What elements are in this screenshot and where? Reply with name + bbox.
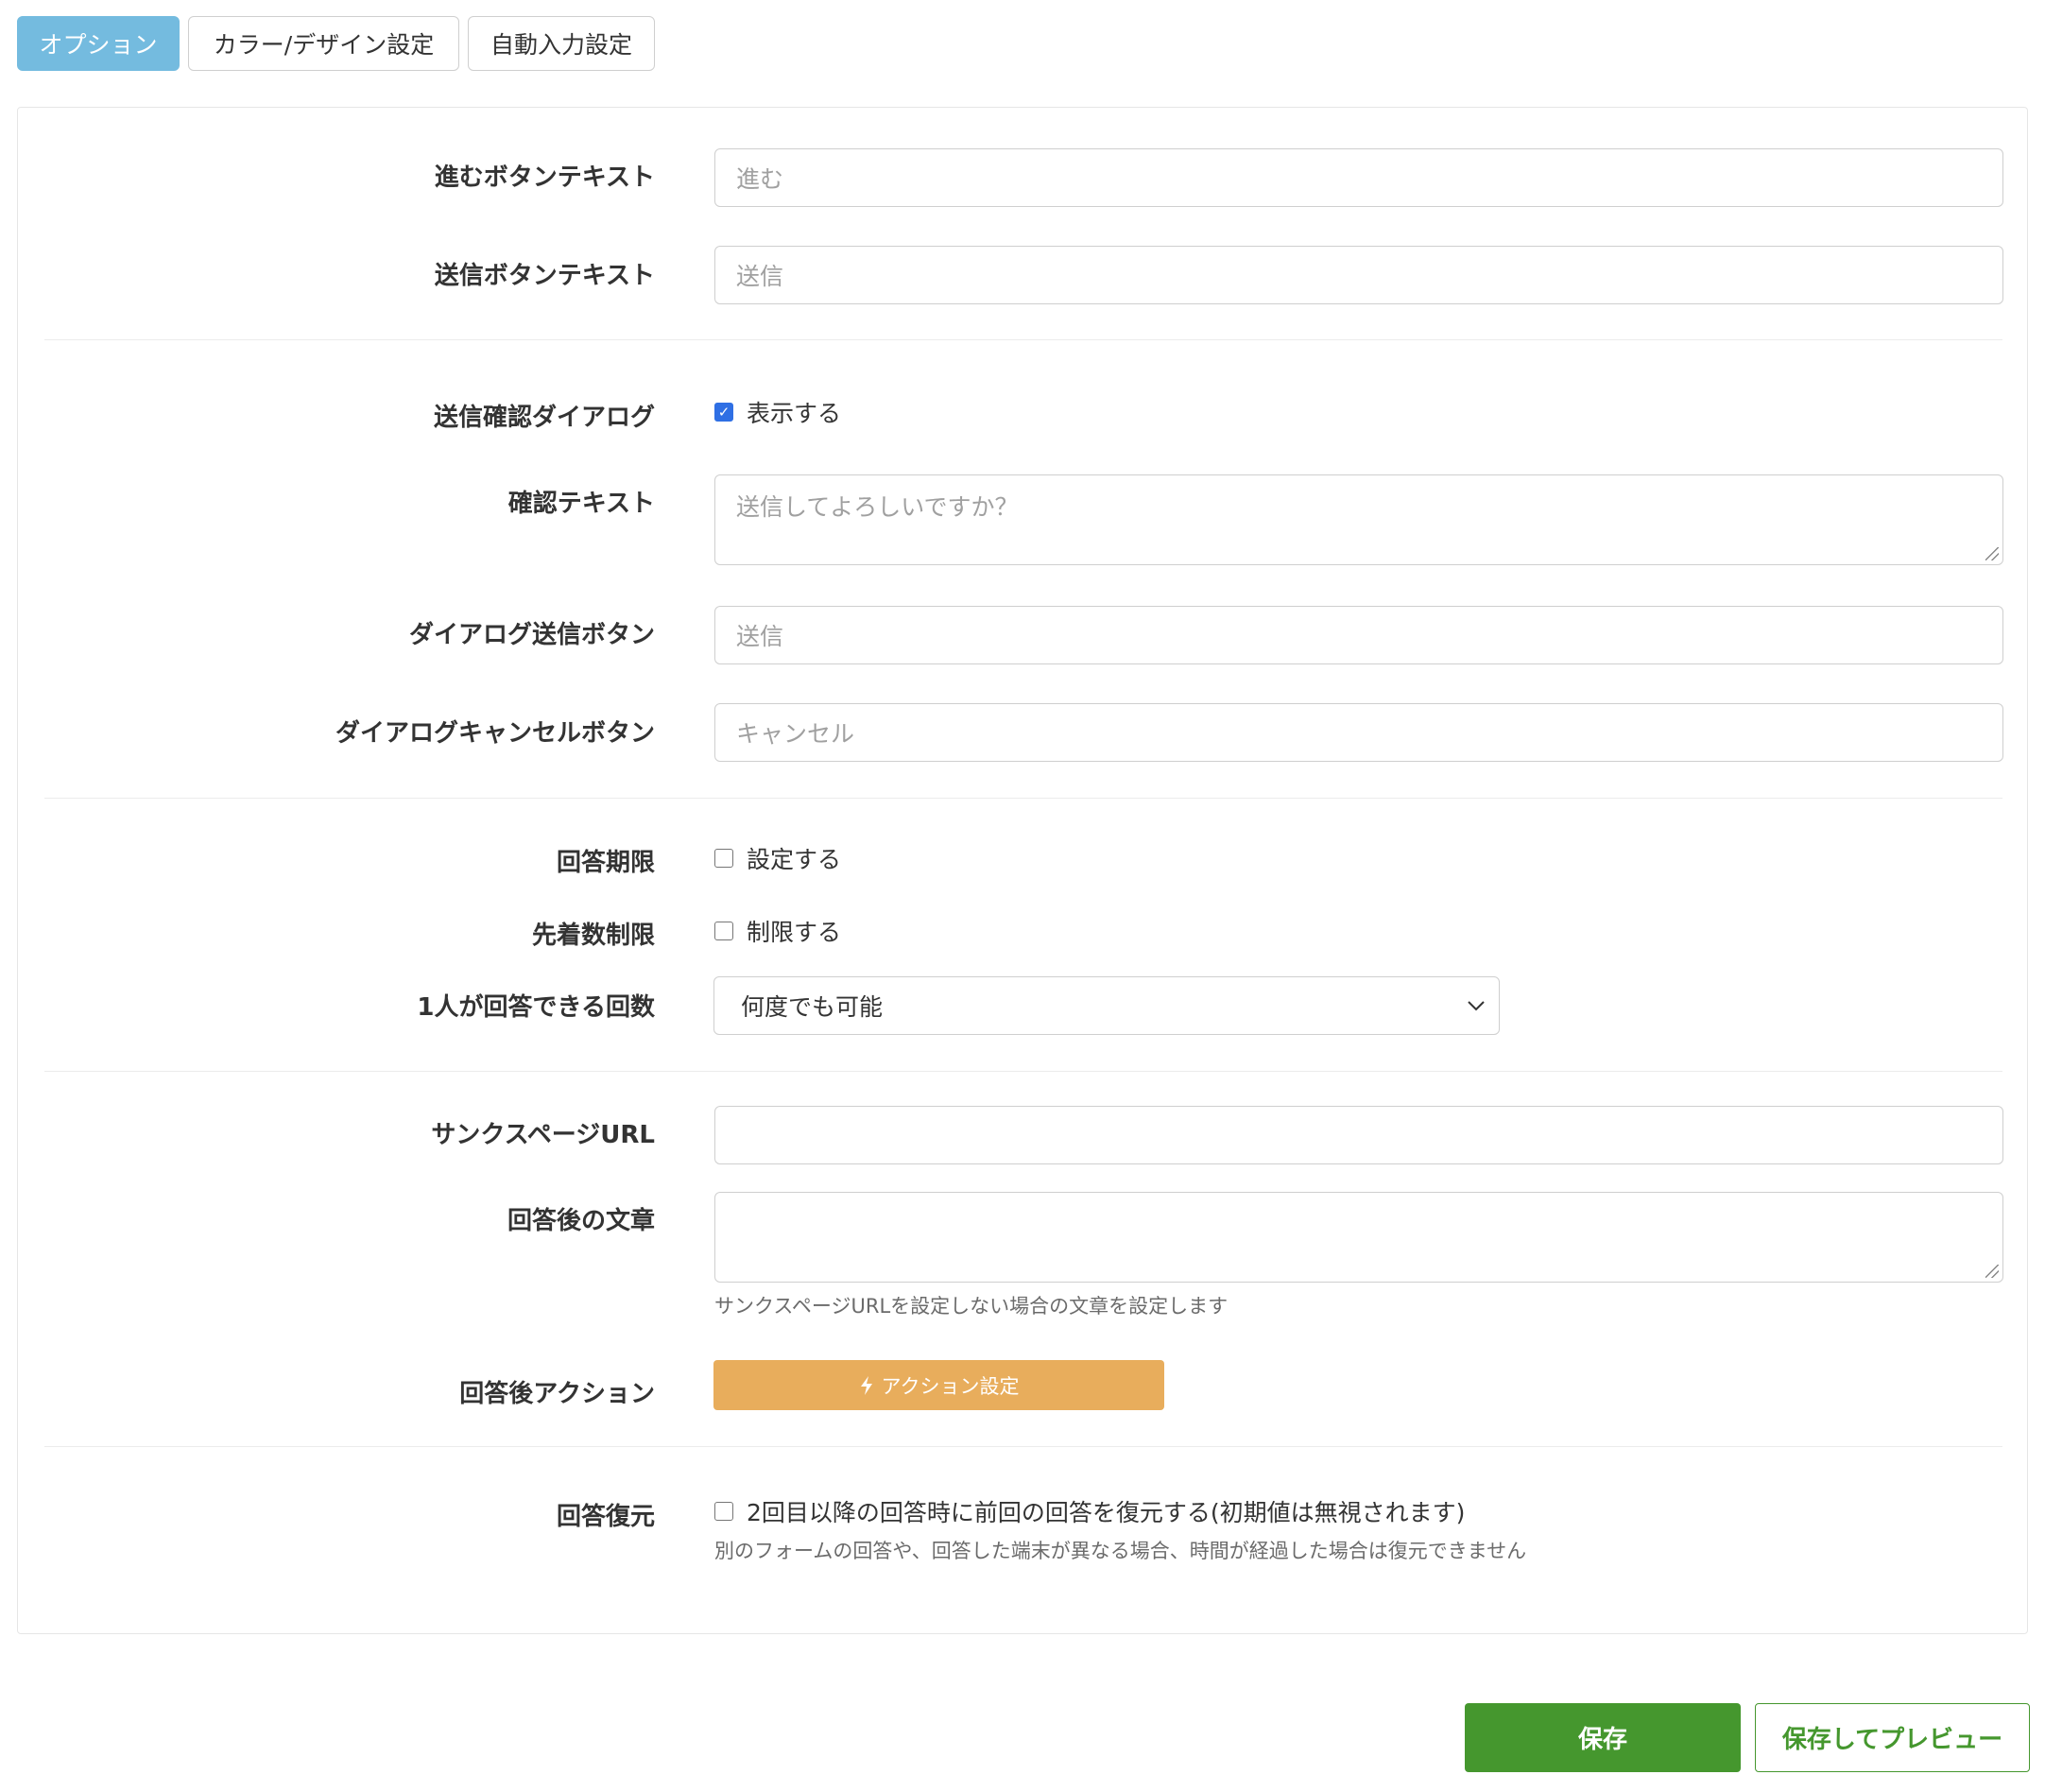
checkbox-checked-icon[interactable]: ✓ (714, 403, 733, 422)
tab-autofill[interactable]: 自動入力設定 (468, 16, 655, 71)
lightning-icon (860, 1375, 872, 1395)
answer-deadline-checkbox[interactable]: 設定する (714, 841, 841, 875)
confirm-text-label: 確認テキスト (507, 490, 655, 518)
thanks-page-url-label: サンクスページURL (431, 1121, 655, 1149)
tab-color-design[interactable]: カラー/デザイン設定 (188, 16, 459, 71)
resize-handle-icon[interactable] (1985, 1265, 1999, 1278)
confirm-dialog-label: 送信確認ダイアログ (433, 404, 655, 432)
dialog-cancel-button-label: ダイアログキャンセルボタン (335, 719, 655, 748)
next-button-text-label: 進むボタンテキスト (434, 164, 655, 192)
answers-per-person-select[interactable]: 何度でも可能 (713, 976, 1500, 1035)
divider (44, 1071, 2002, 1072)
answer-restore-label: 回答復元 (556, 1503, 655, 1531)
action-settings-button[interactable]: アクション設定 (713, 1360, 1164, 1410)
answer-deadline-label: 回答期限 (556, 849, 655, 877)
dialog-cancel-button-input[interactable]: キャンセル (714, 703, 2003, 762)
confirm-text-placeholder: 送信してよろしいですか？ (736, 493, 1019, 521)
next-button-text-input[interactable]: 進む (714, 148, 2003, 207)
first-come-limit-checkbox-label: 制限する (747, 919, 842, 946)
save-and-preview-button[interactable]: 保存してプレビュー (1755, 1703, 2030, 1772)
action-settings-button-label: アクション設定 (881, 1374, 1020, 1398)
divider (44, 1446, 2002, 1447)
answer-restore-checkbox-label: 2回目以降の回答時に前回の回答を復元する(初期値は無視されます) (747, 1499, 1466, 1526)
thanks-page-url-input[interactable] (714, 1106, 2003, 1164)
divider (44, 339, 2002, 340)
after-answer-text-textarea[interactable] (714, 1192, 2003, 1283)
tab-bar: オプション カラー/デザイン設定 自動入力設定 (17, 16, 655, 71)
checkbox-icon[interactable] (714, 849, 733, 868)
chevron-down-icon (1468, 1001, 1485, 1011)
after-answer-action-label: 回答後アクション (459, 1380, 655, 1408)
answers-per-person-label: 1人が回答できる回数 (417, 993, 655, 1022)
save-button[interactable]: 保存 (1465, 1703, 1741, 1772)
first-come-limit-label: 先着数制限 (531, 922, 655, 950)
answer-deadline-checkbox-label: 設定する (747, 846, 842, 873)
resize-handle-icon[interactable] (1985, 547, 1999, 560)
after-answer-text-help: サンクスページURLを設定しない場合の文章を設定します (714, 1295, 1229, 1318)
dialog-submit-button-label: ダイアログ送信ボタン (408, 621, 655, 649)
checkbox-icon[interactable] (714, 922, 733, 940)
divider (44, 798, 2002, 799)
dialog-submit-button-input[interactable]: 送信 (714, 606, 2003, 664)
after-answer-text-label: 回答後の文章 (507, 1207, 655, 1235)
checkbox-icon[interactable] (714, 1502, 733, 1521)
tab-options[interactable]: オプション (17, 16, 180, 71)
confirm-dialog-checkbox[interactable]: ✓ 表示する (714, 395, 841, 429)
submit-button-text-input[interactable]: 送信 (714, 246, 2003, 304)
answers-per-person-selected: 何度でも可能 (741, 993, 884, 1021)
first-come-limit-checkbox[interactable]: 制限する (714, 914, 841, 948)
submit-button-text-label: 送信ボタンテキスト (434, 262, 655, 290)
answer-restore-help: 別のフォームの回答や、回答した端末が異なる場合、時間が経過した場合は復元できませ… (714, 1540, 1527, 1562)
confirm-text-textarea[interactable]: 送信してよろしいですか？ (714, 474, 2003, 565)
answer-restore-checkbox[interactable]: 2回目以降の回答時に前回の回答を復元する(初期値は無視されます) (714, 1494, 1465, 1528)
confirm-dialog-checkbox-label: 表示する (747, 400, 842, 427)
